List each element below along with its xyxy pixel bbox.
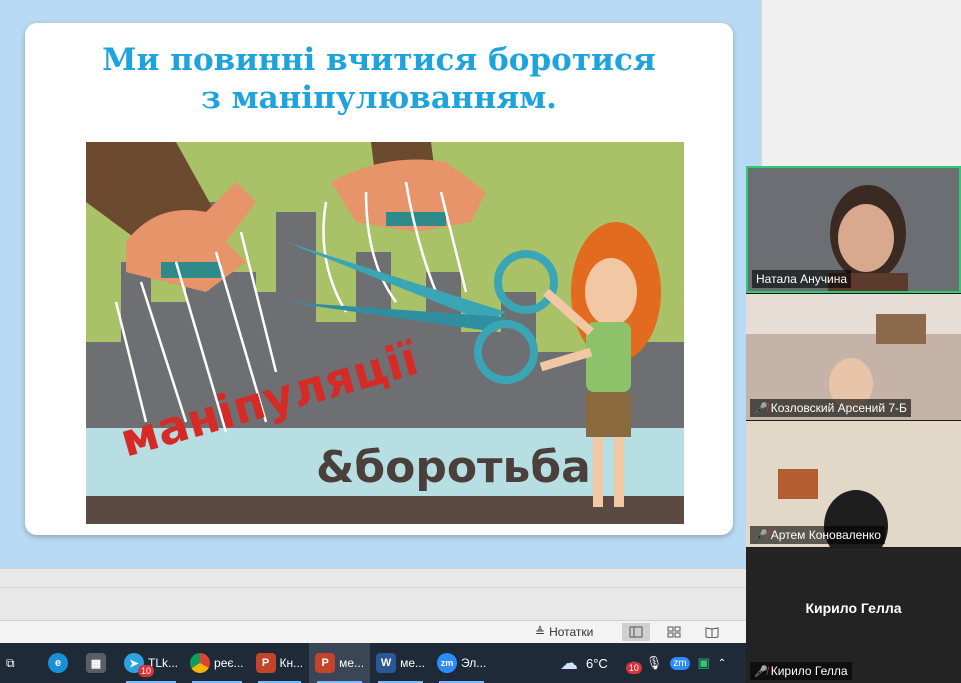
participant-tile[interactable]: Натала Анучина [746,166,961,293]
participant-tile[interactable]: Кирило Гелла 🎤̸ Кирило Гелла [746,548,961,683]
participant-name-label: Натала Анучина [752,270,852,288]
powerpoint-icon: P [255,653,276,673]
telegram-tray-icon[interactable]: ●10 [625,656,642,674]
mic-muted-icon: 🎤̸ [754,529,768,542]
participant-display-name: Кирило Гелла [805,600,902,616]
chevron-up-icon[interactable]: ⌃ [718,658,726,669]
taskbar-label: Кн... [279,656,304,670]
notes-button[interactable]: ≜ Нотатки [535,623,593,641]
reading-view-icon [705,627,719,638]
word-taskbar-button[interactable]: W ме... [370,643,431,683]
powerpoint-icon: P [315,653,336,673]
taskbar-label: Эл... [461,656,487,670]
windows-taskbar: ⧉ e ▦ ➤ 10 TLk... реє... P Кн... P ме...… [0,643,746,683]
calculator-icon: ▦ [86,653,106,673]
weather-temperature[interactable]: 6°C [586,656,608,671]
task-view-icon: ⧉ [6,655,15,670]
zoom-taskbar-button[interactable]: zm Эл... [431,643,492,683]
microphone-icon[interactable]: 🎙 [646,655,663,671]
taskbar-label: реє... [214,656,244,670]
word-icon: W [376,653,397,673]
normal-view-icon [629,626,643,638]
reading-view-button[interactable] [698,623,726,641]
system-tray: ☁ 6°C ●10 🎙 zm ▣ ⌃ [560,643,726,683]
mic-muted-icon: 🎤̸ [754,402,768,415]
zoom-video-panel: Натала Анучина 🎤̸ Козловский Арсений 7-Б … [746,166,961,683]
manipulation-illustration: маніпуляції &боротьба [86,142,684,524]
tray-badge: 10 [625,661,642,674]
participant-name-label: 🎤̸ Козловский Арсений 7-Б [750,399,911,417]
title-line-2: з маніпулюванням. [201,80,557,116]
task-view-button[interactable]: ⧉ [0,643,38,683]
slide[interactable]: Ми повинні вчитися боротися з маніпулюва… [25,23,733,535]
notes-icon: ≜ [535,625,546,639]
title-line-1: Ми повинні вчитися боротися [102,42,656,78]
powerpoint-taskbar-button[interactable]: P ме... [309,643,371,683]
powerpoint-taskbar-button[interactable]: P Кн... [250,643,310,683]
mic-muted-icon: 🎤̸ [754,665,768,678]
participant-name-label: 🎤̸ Артем Коноваленко [750,526,885,544]
chrome-taskbar-button[interactable]: реє... [184,643,249,683]
powerpoint-statusbar: ≜ Нотатки [0,620,761,643]
slide-sorter-button[interactable] [660,623,688,641]
participant-name-label: 🎤̸ Кирило Гелла [750,662,852,680]
slide-title[interactable]: Ми повинні вчитися боротися з маніпулюва… [25,41,733,117]
struggle-word: &боротьба [316,442,591,493]
notes-label: Нотатки [549,625,594,639]
weather-cloud-icon[interactable]: ☁ [560,653,578,674]
taskbar-label: ме... [339,656,365,670]
participant-tile[interactable]: 🎤̸ Артем Коноваленко [746,421,961,547]
chrome-icon [190,653,211,673]
edge-taskbar-button[interactable]: e [42,643,80,683]
normal-view-button[interactable] [622,623,650,641]
taskbar-label: ме... [400,656,425,670]
calculator-taskbar-button[interactable]: ▦ [80,643,118,683]
green-app-tray-icon[interactable]: ▣ [698,655,710,671]
zoom-tray-icon[interactable]: zm [670,656,690,670]
slide-sorter-icon [667,626,681,638]
zoom-icon: zm [437,653,457,673]
notification-badge: 10 [138,665,155,677]
edge-icon: e [48,653,68,673]
telegram-taskbar-button[interactable]: ➤ 10 TLk... [118,643,184,683]
participant-tile[interactable]: 🎤̸ Козловский Арсений 7-Б [746,294,961,420]
notes-pane[interactable] [0,568,761,621]
